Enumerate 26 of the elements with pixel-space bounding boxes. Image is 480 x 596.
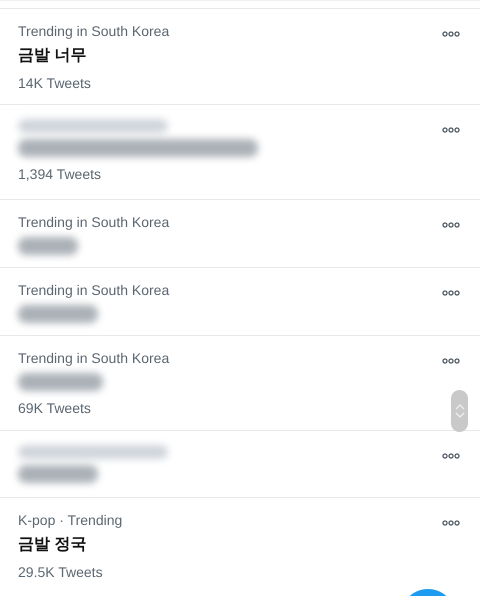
chevron-up-icon: [454, 404, 464, 410]
trend-category: Trending in South Korea: [18, 282, 170, 299]
trend-item[interactable]: Trending in South Korea 금발 너무 14K Tweets: [0, 8, 480, 104]
scroll-handle[interactable]: [451, 390, 468, 432]
trend-category: Trending in South Korea: [18, 214, 170, 231]
tweet-count: 69K Tweets: [18, 399, 92, 417]
more-icon: [442, 222, 460, 228]
more-icon: [442, 358, 460, 364]
trend-item[interactable]: Trending in South Korea: [0, 267, 480, 335]
trend-category: K-pop · Trending: [18, 512, 122, 529]
blurred-text: [18, 237, 78, 255]
more-icon: [442, 290, 460, 296]
more-icon: [442, 453, 460, 459]
more-icon: [442, 520, 460, 526]
trend-title: 금발 정국: [18, 535, 88, 555]
trend-item[interactable]: Trending in South Korea: [0, 199, 480, 267]
trend-category: Trending in South Korea: [18, 23, 170, 40]
trend-title: 금발 너무: [18, 46, 88, 66]
more-icon: [442, 31, 460, 37]
trend-item[interactable]: 1,394 Tweets: [0, 104, 480, 199]
trend-category: Trending in South Korea: [18, 350, 170, 367]
chevron-down-icon: [454, 412, 464, 418]
tweet-count: 29.5K Tweets: [18, 563, 104, 581]
more-icon: [442, 127, 460, 133]
tweet-count: 1,394 Tweets: [18, 165, 102, 183]
tweet-count: 14K Tweets: [18, 74, 92, 92]
